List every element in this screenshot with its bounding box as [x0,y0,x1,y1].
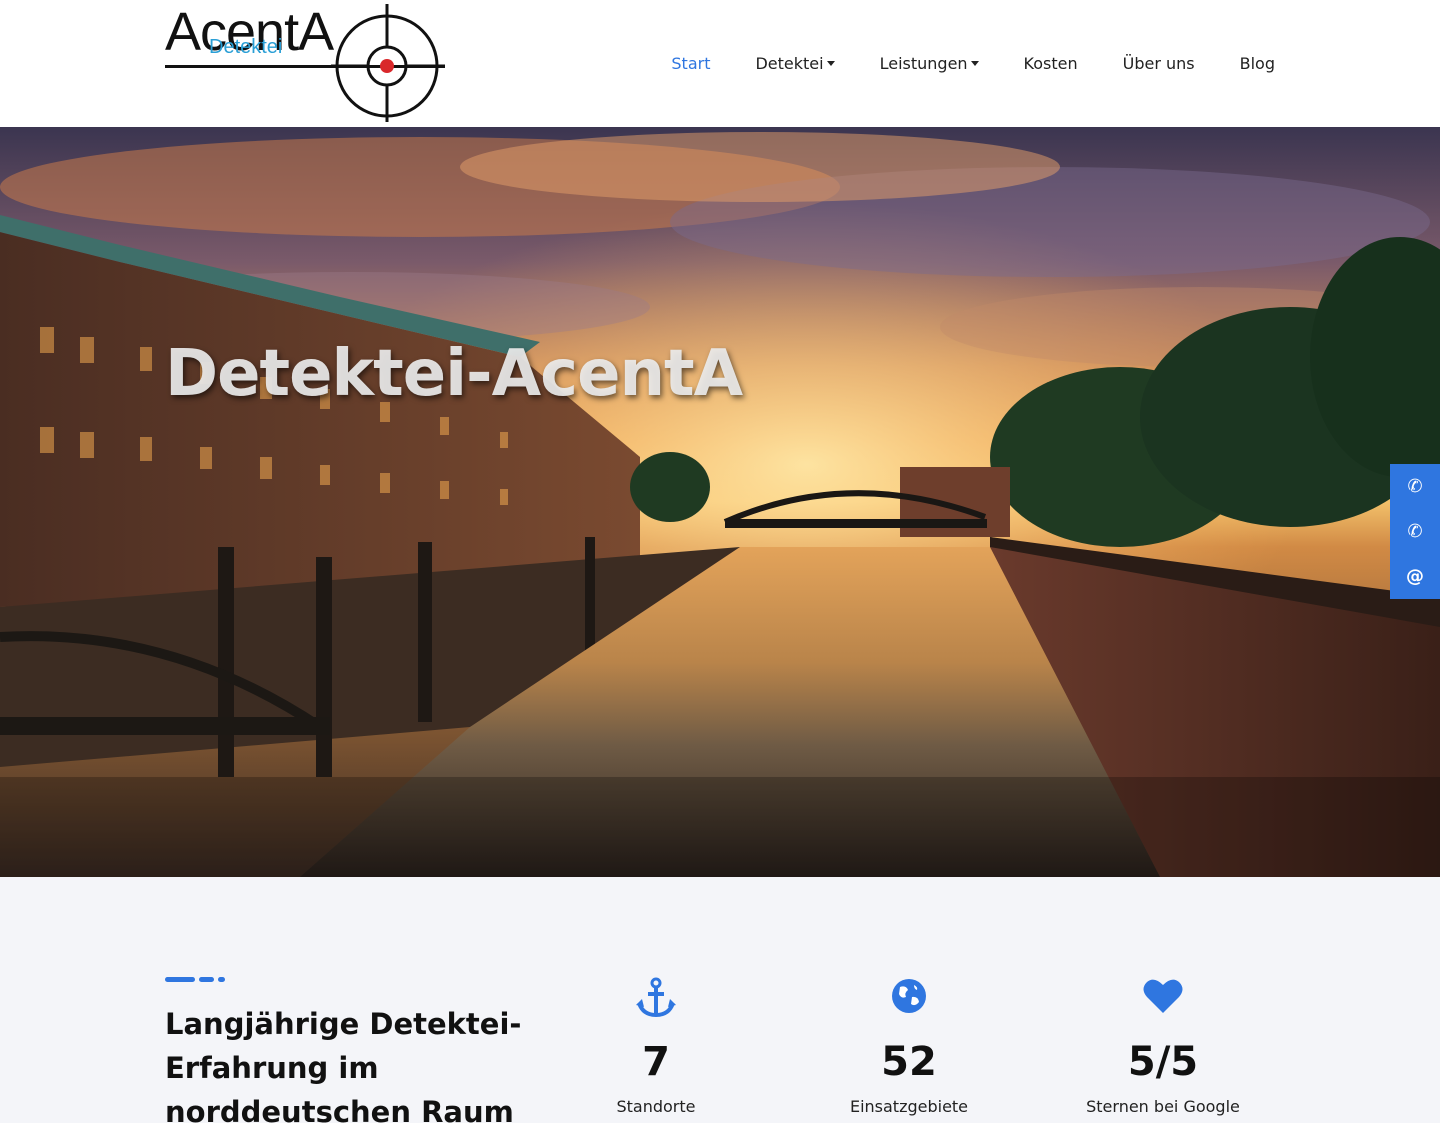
nav-label: Start [671,54,711,73]
hero-background-image [0,127,1440,877]
email-button[interactable]: @ [1390,554,1440,599]
hero-title: Detektei-AcentA [165,337,743,411]
nav-item-start[interactable]: Start [671,52,710,76]
nav-label: Blog [1239,54,1275,73]
nav-label: Detektei [755,54,824,73]
call-button[interactable]: ✆ [1390,464,1440,509]
hero-banner: Detektei-AcentA ✆ ✆ @ [0,127,1440,877]
caret-down-icon [826,61,835,66]
stats-section: Langjährige Detektei-Erfahrung im nordde… [0,877,1440,1123]
phone-icon: ✆ [1407,521,1423,542]
globe-icon [799,977,1019,1019]
side-contact-bar: ✆ ✆ @ [1390,464,1440,599]
nav-item-blog[interactable]: Blog [1240,52,1275,76]
dash-segment [199,977,214,982]
phone-icon: ✆ [1407,476,1423,497]
email-icon: @ [1406,566,1424,587]
nav-label: Leistungen [879,54,968,73]
nav-item-kosten[interactable]: Kosten [1024,52,1078,76]
stat-label: Einsatzgebiete [849,1097,969,1116]
dash-segment [165,977,195,982]
stat-value: 52 [881,1039,937,1085]
stat-rating: 5/5 Sternen bei Google [1053,977,1273,1116]
nav-label: Über uns [1122,54,1195,73]
site-header: AcentA Detektei Start Detektei Leistunge… [0,0,1440,127]
section-heading: Langjährige Detektei-Erfahrung im nordde… [165,1007,522,1123]
nav-item-leistungen[interactable]: Leistungen [880,52,979,76]
stat-label: Sternen bei Google [1086,1097,1240,1116]
nav-item-detektei[interactable]: Detektei [755,52,835,76]
caret-down-icon [970,61,979,66]
stat-value: 5/5 [1127,1039,1199,1085]
logo-subtitle: Detektei [209,36,283,58]
stat-locations: 7 Standorte [546,977,766,1116]
heart-icon [1053,977,1273,1019]
main-navigation: Start Detektei Leistungen Kosten Über un… [626,52,1275,76]
nav-item-ueber-uns[interactable]: Über uns [1123,52,1195,76]
site-logo[interactable]: AcentA Detektei [165,4,447,122]
anchor-icon [546,977,766,1019]
nav-label: Kosten [1023,54,1078,73]
crosshair-icon [331,4,445,122]
call-button-2[interactable]: ✆ [1390,509,1440,554]
dash-segment [218,977,225,982]
stat-value: 7 [642,1039,670,1085]
stat-label: Standorte [616,1097,696,1116]
stat-areas: 52 Einsatzgebiete [799,977,1019,1116]
